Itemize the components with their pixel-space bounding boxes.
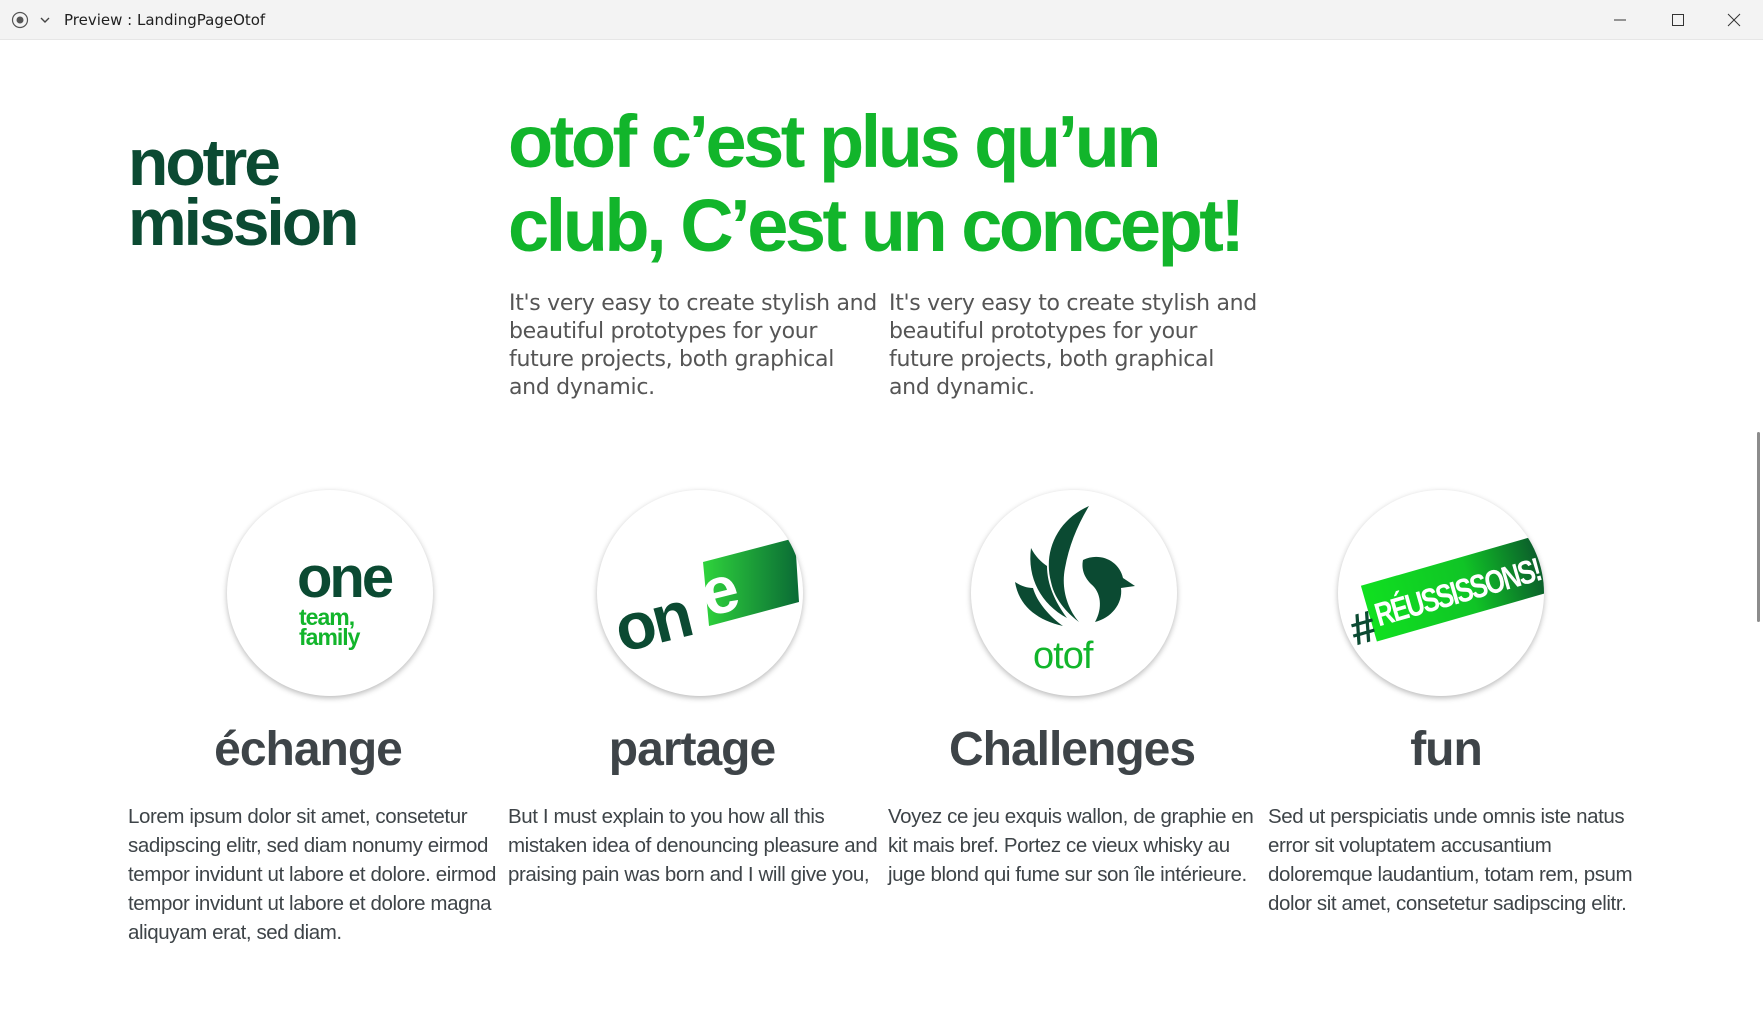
scrollbar-thumb[interactable] <box>1757 432 1760 622</box>
hero-title-line-2: club, C’est un concept! <box>508 184 1245 267</box>
feature-text: Sed ut perspiciatis unde omnis iste natu… <box>1268 805 1633 915</box>
logo-word: otof <box>1033 635 1094 677</box>
logo-word-dark: on <box>607 576 697 666</box>
hero-title-line-1: otof c’est plus qu’un <box>508 100 1162 183</box>
window-title: Preview : LandingPageOtof <box>64 11 266 29</box>
chevron-down-icon[interactable] <box>39 14 51 26</box>
feature-text: Voyez ce jeu exquis wallon, de graphie e… <box>888 805 1254 886</box>
feature-title: échange <box>214 723 403 776</box>
feature-logo-otof-eagle: otof <box>971 490 1177 696</box>
mission-heading: notre mission <box>128 125 359 259</box>
minimize-icon <box>1614 19 1626 21</box>
feature-logo-reussissons: # RÉUSSISSONS! <box>1338 490 1544 696</box>
close-button[interactable] <box>1706 0 1762 40</box>
maximize-icon <box>1672 14 1684 26</box>
close-icon <box>1727 13 1741 27</box>
record-icon[interactable] <box>11 11 29 29</box>
logo-tagline-2: family <box>299 624 361 650</box>
mission-heading-line-1: notre <box>128 125 281 199</box>
feature-title: fun <box>1410 723 1483 776</box>
intro-paragraph-1: It's very easy to create stylish and bea… <box>509 291 877 400</box>
mission-heading-line-2: mission <box>128 185 359 259</box>
one-tilted-logo-icon: on e <box>607 538 799 666</box>
window-titlebar: Preview : LandingPageOtof <box>0 0 1763 40</box>
reussissons-banner-icon: # RÉUSSISSONS! <box>1344 533 1544 655</box>
feature-text: Lorem ipsum dolor sit amet, consetetur s… <box>128 805 496 944</box>
minimize-button[interactable] <box>1592 0 1648 40</box>
feature-title: Challenges <box>948 723 1196 776</box>
one-team-family-logo-icon: one team, family <box>297 545 396 650</box>
feature-logo-one-team-family: one team, family <box>227 490 433 696</box>
feature-title: partage <box>608 723 776 776</box>
feature-logo-one-tilted: on e <box>597 490 803 696</box>
eagle-icon: otof <box>1015 506 1135 677</box>
hero-title: otof c’est plus qu’un club, C’est un con… <box>508 100 1268 268</box>
maximize-button[interactable] <box>1650 0 1706 40</box>
vertical-scrollbar[interactable] <box>1754 40 1763 1031</box>
intro-paragraph-2: It's very easy to create stylish and bea… <box>889 291 1257 400</box>
feature-text: But I must explain to you how all this m… <box>508 805 878 886</box>
logo-word: one <box>297 545 393 610</box>
